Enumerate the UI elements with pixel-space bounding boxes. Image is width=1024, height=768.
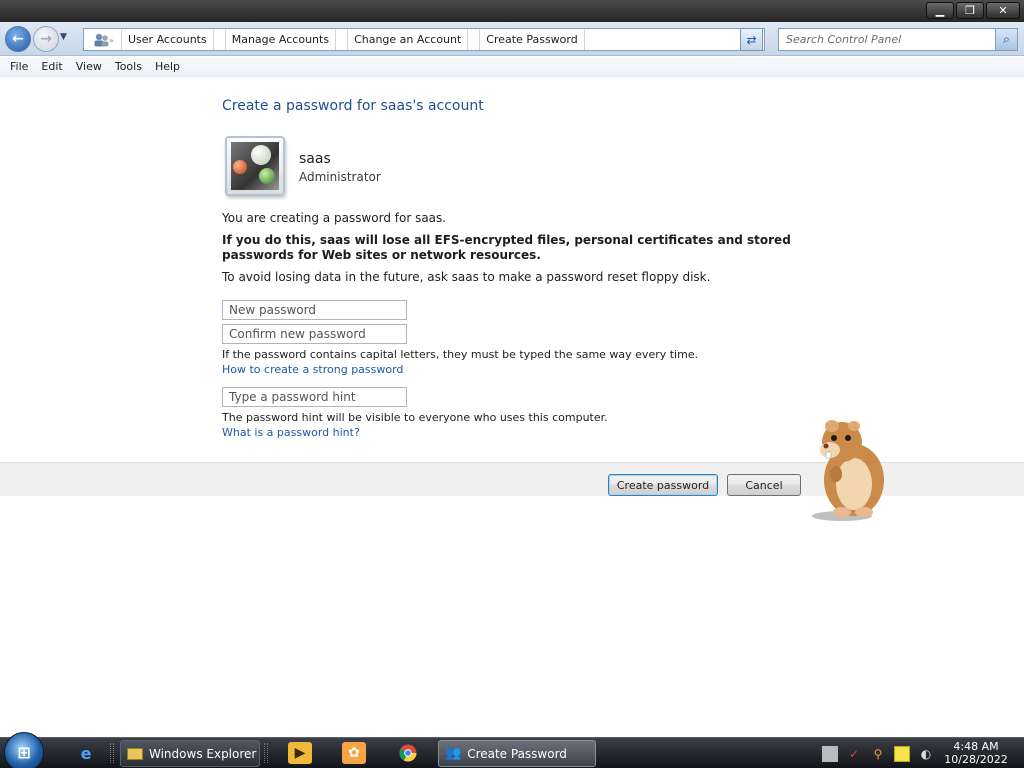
windows-logo-icon: ⊞ bbox=[17, 742, 31, 762]
window-titlebar: ▁ ❐ ✕ bbox=[0, 0, 1024, 22]
breadcrumb-separator[interactable] bbox=[214, 29, 226, 50]
menu-help[interactable]: Help bbox=[149, 60, 187, 73]
window-controls: ▁ ❐ ✕ bbox=[926, 2, 1020, 19]
clock-time: 4:48 AM bbox=[953, 740, 999, 753]
create-password-button[interactable]: Create password bbox=[608, 474, 718, 496]
strong-password-link[interactable]: How to create a strong password bbox=[222, 363, 403, 376]
refresh-icon: ⇄ bbox=[746, 32, 757, 47]
search-tray-icon[interactable]: ⚲ bbox=[870, 746, 886, 762]
breadcrumb-separator[interactable] bbox=[468, 29, 481, 50]
cancel-button[interactable]: Cancel bbox=[727, 474, 801, 496]
chevron-down-icon: ▼ bbox=[60, 32, 67, 42]
taskbar-windows-explorer[interactable]: Windows Explorer bbox=[120, 740, 260, 767]
clock[interactable]: 4:48 AM 10/28/2022 bbox=[944, 740, 1008, 766]
hamster-mascot-icon[interactable] bbox=[806, 412, 888, 522]
password-hint-field[interactable]: Type a password hint bbox=[222, 387, 407, 407]
media-player-icon[interactable]: ▶ bbox=[288, 742, 312, 764]
menu-view[interactable]: View bbox=[70, 60, 109, 73]
chrome-icon[interactable] bbox=[396, 742, 420, 764]
task-label: Create Password bbox=[467, 746, 567, 761]
control-panel-icon: » bbox=[84, 29, 122, 50]
app-icon[interactable]: ✿ bbox=[342, 742, 366, 764]
breadcrumb-manage-accounts[interactable]: Manage Accounts bbox=[226, 29, 337, 50]
forward-button[interactable]: → bbox=[33, 26, 59, 52]
system-tray: ✓ ⚲ ◐ bbox=[822, 741, 934, 766]
arrow-left-icon: ← bbox=[12, 31, 24, 47]
breadcrumb[interactable]: » User Accounts Manage Accounts Change a… bbox=[83, 28, 765, 51]
user-name: saas bbox=[299, 151, 331, 167]
menu-tools[interactable]: Tools bbox=[109, 60, 149, 73]
volume-icon[interactable]: ◐ bbox=[918, 746, 934, 762]
address-toolbar: ← → ▼ » User Accounts Manage Accounts Ch… bbox=[0, 22, 1024, 56]
refresh-button[interactable]: ⇄ bbox=[740, 28, 763, 51]
ball-icon bbox=[259, 168, 275, 184]
users-icon: » bbox=[94, 33, 114, 46]
new-password-field[interactable]: New password bbox=[222, 300, 407, 320]
breadcrumb-change-account[interactable]: Change an Account bbox=[348, 29, 469, 50]
ball-icon bbox=[233, 160, 247, 174]
notes-icon[interactable] bbox=[894, 745, 910, 762]
advice-text: To avoid losing data in the future, ask … bbox=[222, 270, 711, 284]
recent-pages-dropdown[interactable]: ▼ bbox=[60, 32, 67, 42]
user-picture bbox=[231, 142, 279, 190]
clock-date: 10/28/2022 bbox=[944, 753, 1008, 766]
internet-explorer-icon[interactable]: e bbox=[74, 742, 98, 764]
intro-text: You are creating a password for saas. bbox=[222, 211, 447, 225]
chrome-logo bbox=[399, 744, 417, 762]
search-input[interactable]: Search Control Panel bbox=[779, 33, 995, 46]
users-icon: 👥 bbox=[445, 746, 462, 761]
avatar bbox=[225, 136, 285, 196]
task-label: Windows Explorer bbox=[149, 746, 257, 761]
toolbar-grip[interactable] bbox=[110, 743, 114, 763]
warning-text: If you do this, saas will lose all EFS-e… bbox=[222, 233, 791, 262]
folder-icon bbox=[127, 747, 143, 760]
svg-text:»: » bbox=[109, 36, 114, 45]
breadcrumb-empty-area[interactable] bbox=[585, 29, 746, 50]
start-button[interactable]: ⊞ bbox=[4, 732, 44, 768]
arrow-right-icon: → bbox=[40, 31, 52, 47]
close-button[interactable]: ✕ bbox=[986, 2, 1020, 19]
network-icon[interactable] bbox=[822, 745, 838, 762]
search-icon: ⌕ bbox=[1003, 32, 1010, 46]
back-button[interactable]: ← bbox=[5, 26, 31, 52]
password-hint-help-link[interactable]: What is a password hint? bbox=[222, 426, 360, 439]
search-button[interactable]: ⌕ bbox=[995, 29, 1017, 50]
page-title: Create a password for saas's account bbox=[222, 98, 484, 114]
ball-icon bbox=[251, 145, 271, 165]
taskbar-create-password[interactable]: 👥 Create Password bbox=[438, 740, 596, 767]
menu-edit[interactable]: Edit bbox=[35, 60, 69, 73]
hint-visibility-note: The password hint will be visible to eve… bbox=[222, 411, 608, 424]
minimize-button[interactable]: ▁ bbox=[926, 2, 954, 19]
confirm-password-field[interactable]: Confirm new password bbox=[222, 324, 407, 344]
breadcrumb-separator[interactable] bbox=[336, 29, 349, 50]
maximize-button[interactable]: ❐ bbox=[956, 2, 984, 19]
main-content: Create a password for saas's account saa… bbox=[0, 78, 1024, 462]
menu-bar: File Edit View Tools Help bbox=[0, 57, 1024, 77]
toolbar-grip[interactable] bbox=[264, 743, 268, 763]
taskbar: ⊞ e Windows Explorer ▶ ✿ 👥 Create Passwo… bbox=[0, 732, 1024, 768]
breadcrumb-create-password[interactable]: Create Password bbox=[480, 29, 585, 50]
checkmark-icon[interactable]: ✓ bbox=[846, 746, 862, 762]
content-empty-area bbox=[0, 497, 1024, 737]
case-sensitivity-note: If the password contains capital letters… bbox=[222, 348, 699, 361]
breadcrumb-user-accounts[interactable]: User Accounts bbox=[122, 29, 214, 50]
user-role: Administrator bbox=[299, 170, 381, 184]
search-box[interactable]: Search Control Panel ⌕ bbox=[778, 28, 1018, 51]
menu-file[interactable]: File bbox=[4, 60, 35, 73]
